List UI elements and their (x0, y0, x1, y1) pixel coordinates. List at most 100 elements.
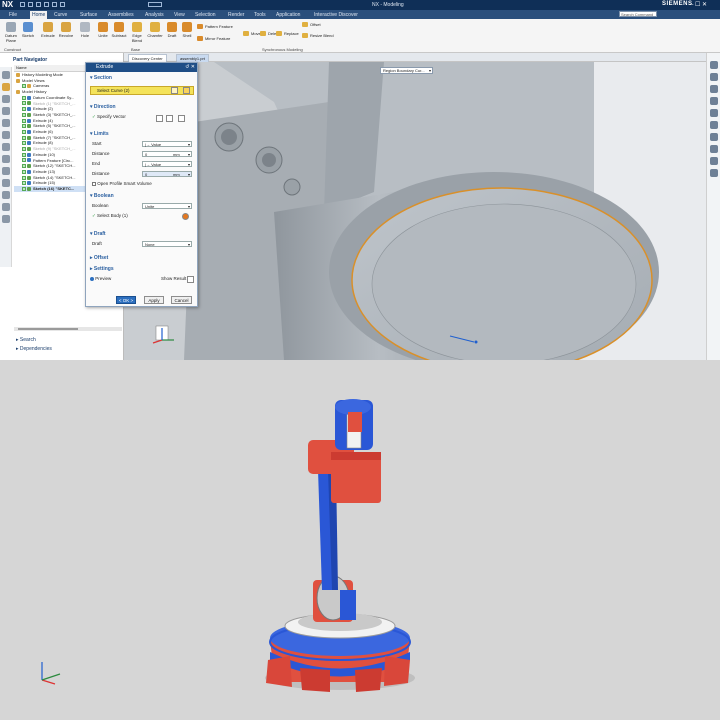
part-navigator-icon[interactable] (2, 83, 10, 91)
menu-tab-selection[interactable]: Selection (193, 11, 218, 19)
open-profile-checkbox[interactable] (92, 181, 96, 186)
show-result-label[interactable]: Show Result (161, 276, 186, 282)
visibility-checkbox[interactable] (22, 101, 26, 106)
datum-plane-button[interactable]: Datum Plane (3, 22, 19, 50)
copy-icon[interactable] (52, 2, 57, 7)
select-curve-field[interactable]: Select Curve (2) (90, 86, 194, 95)
search-panel-toggle[interactable]: ▸ Search (16, 337, 36, 343)
hd3d-tools-icon[interactable] (2, 119, 10, 127)
ok-button[interactable]: < OK > (116, 296, 136, 304)
sketch-section-icon[interactable] (183, 87, 190, 94)
cut-icon[interactable] (44, 2, 49, 7)
window-menu-button[interactable] (148, 2, 162, 7)
menu-tab-tools[interactable]: Tools (252, 11, 268, 19)
reverse-direction-icon[interactable] (156, 115, 163, 122)
pattern-feature-button[interactable]: Pattern Feature (197, 24, 233, 30)
end-distance-field[interactable]: 0 mm (142, 171, 192, 177)
draft-group-label[interactable]: Draft (90, 231, 106, 237)
specify-vector-row[interactable]: ✓ Specify Vector (92, 114, 126, 120)
visibility-checkbox[interactable] (22, 107, 26, 112)
settings-group-label[interactable]: Settings (90, 266, 114, 272)
menu-tab-analysis[interactable]: Analysis (143, 11, 166, 19)
fit-icon[interactable] (710, 73, 718, 81)
menu-tab-render[interactable]: Render (226, 11, 246, 19)
visibility-checkbox[interactable] (22, 186, 26, 191)
render-style-icon[interactable] (710, 109, 718, 117)
part-model-view[interactable] (124, 62, 706, 360)
graphics-window[interactable]: Region Boundary Cur... (124, 62, 706, 360)
pan-icon[interactable] (710, 97, 718, 105)
limits-group-label[interactable]: Limits (90, 131, 109, 137)
visibility-checkbox[interactable] (22, 175, 26, 180)
window-controls[interactable]: – ☐ ✕ (690, 1, 707, 8)
scrollbar-thumb[interactable] (18, 328, 78, 330)
snap-view-icon[interactable] (710, 169, 718, 177)
undo-icon[interactable] (28, 2, 33, 7)
web-browser-icon[interactable] (2, 131, 10, 139)
mirror-feature-button[interactable]: Mirror Feature (197, 36, 230, 42)
edge-blend-button[interactable]: Edge Blend (129, 22, 145, 50)
visibility-checkbox[interactable] (22, 84, 26, 89)
menu-tab-view[interactable]: View (172, 11, 187, 19)
vector-dialog-icon[interactable] (166, 115, 173, 122)
doc-tab-discovery-center[interactable]: Discovery Center (128, 54, 167, 62)
start-limit-dropdown[interactable]: |→ Value (142, 141, 192, 147)
orient-view-icon[interactable] (710, 121, 718, 129)
draft-dropdown[interactable]: None (142, 241, 192, 247)
selection-filter-dropdown[interactable]: Region Boundary Cur... (380, 67, 433, 74)
preview-row[interactable]: Preview (90, 276, 111, 282)
section-group-label[interactable]: Section (90, 75, 112, 81)
offset-button[interactable]: Offset (302, 22, 321, 28)
dialog-header-controls[interactable]: ↺ ✕ (185, 63, 195, 72)
system-scenes-icon[interactable] (2, 203, 10, 211)
visibility-checkbox[interactable] (22, 95, 26, 100)
shell-button[interactable]: Shell (179, 22, 195, 50)
visibility-checkbox[interactable] (22, 129, 26, 134)
visibility-checkbox[interactable] (22, 141, 26, 146)
menu-tab-assemblies[interactable]: Assemblies (106, 11, 136, 19)
system-materials-icon[interactable] (2, 167, 10, 175)
history-icon[interactable] (2, 143, 10, 151)
roles-icon[interactable] (2, 155, 10, 163)
layer-icon[interactable] (710, 145, 718, 153)
visibility-checkbox[interactable] (22, 152, 26, 157)
unite-button[interactable]: Unite (95, 22, 111, 50)
reuse-library-icon[interactable] (2, 107, 10, 115)
navigator-horizontal-scrollbar[interactable] (14, 327, 122, 331)
offset-group-label[interactable]: Offset (90, 255, 108, 261)
visibility-checkbox[interactable] (22, 118, 26, 123)
visibility-checkbox[interactable] (22, 158, 26, 163)
subtract-button[interactable]: Subtract (111, 22, 127, 50)
resize-blend-button[interactable]: Resize Blend (302, 33, 334, 39)
doc-tab-assembly1-prt[interactable]: assembly1.prt (176, 54, 209, 62)
visibility-checkbox[interactable] (22, 135, 26, 140)
replace-button[interactable]: Replace (276, 31, 299, 37)
sketch-button[interactable]: Sketch (20, 22, 36, 50)
boolean-group-label[interactable]: Boolean (90, 193, 114, 199)
paste-icon[interactable] (60, 2, 65, 7)
menu-tab-file[interactable]: File (7, 11, 19, 19)
menu-tab-application[interactable]: Application (274, 11, 302, 19)
visibility-checkbox[interactable] (22, 169, 26, 174)
menu-tab-interactive-discover[interactable]: Interactive Discover (312, 11, 360, 19)
hole-button[interactable]: Hole (77, 22, 93, 50)
save-icon[interactable] (20, 2, 25, 7)
visibility-checkbox[interactable] (22, 112, 26, 117)
end-limit-dropdown[interactable]: |→ Value (142, 161, 192, 167)
menu-tab-surface[interactable]: Surface (78, 11, 99, 19)
extrude-button[interactable]: Extrude (40, 22, 56, 50)
visibility-checkbox[interactable] (22, 147, 26, 152)
background-icon[interactable] (710, 133, 718, 141)
boolean-dropdown[interactable]: Unite (142, 203, 192, 209)
draft-button[interactable]: Draft (164, 22, 180, 50)
menu-tab-home[interactable]: Home (30, 11, 48, 19)
select-body-icon[interactable] (182, 213, 189, 220)
curve-rule-icon[interactable] (171, 87, 178, 94)
cancel-button[interactable]: Cancel (171, 296, 192, 304)
inferred-vector-icon[interactable] (178, 115, 185, 122)
zoom-icon[interactable] (710, 61, 718, 69)
dependencies-panel-toggle[interactable]: ▸ Dependencies (16, 346, 52, 352)
show-result-icon[interactable] (187, 276, 194, 283)
select-body-row[interactable]: ✓ Select Body (1) (92, 213, 128, 219)
direction-group-label[interactable]: Direction (90, 104, 116, 110)
